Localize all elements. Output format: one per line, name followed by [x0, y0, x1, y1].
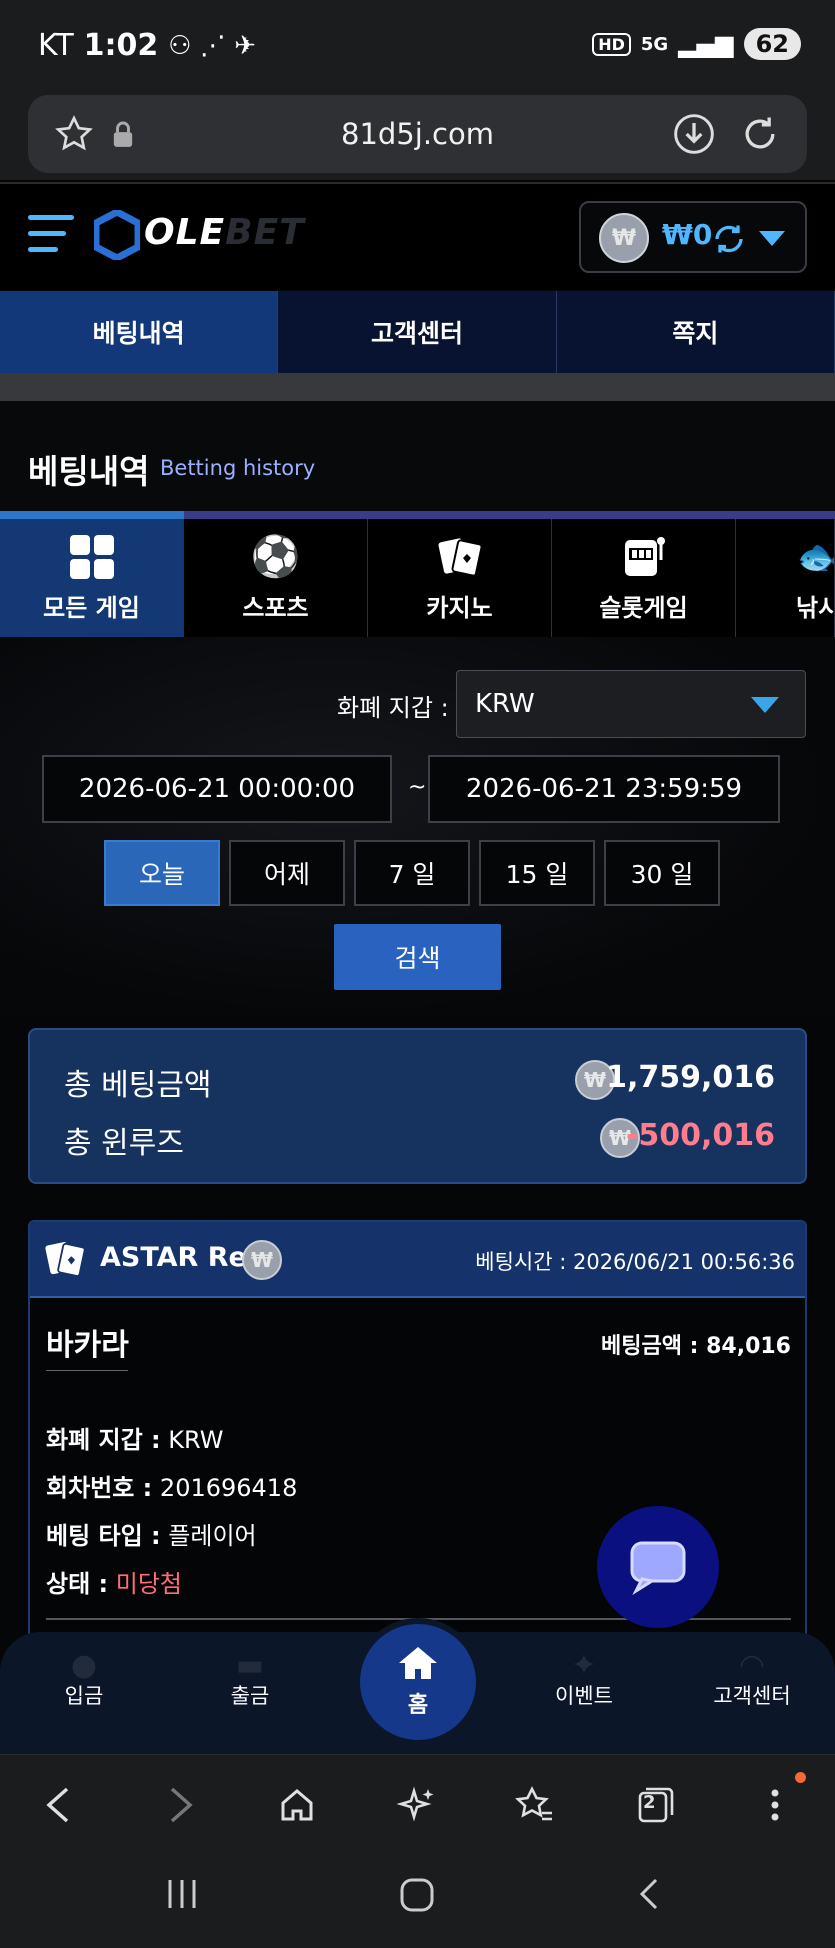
nav-support[interactable]: 고객센터 — [692, 1680, 812, 1710]
nav-withdraw[interactable]: 출금 — [190, 1680, 310, 1710]
category-label: 카지노 — [426, 593, 493, 622]
grid-icon — [69, 534, 115, 580]
divider-strip — [0, 373, 835, 401]
bet-amount: 베팅금액 : 84,016 — [601, 1334, 791, 1359]
won-coin-icon: ₩ — [242, 1240, 282, 1280]
detail-bet-type: 베팅 타입 : 플레이어 — [46, 1522, 257, 1550]
nav-event[interactable]: 이벤트 — [524, 1680, 644, 1710]
start-date-input[interactable]: 2026-06-21 00:00:00 — [42, 755, 392, 823]
total-winloss-value: -500,016 — [625, 1118, 775, 1153]
category-fishing[interactable]: 🐟 낚시 — [736, 519, 835, 637]
sparkle-icon[interactable] — [391, 1780, 441, 1830]
headset-icon: ◠ — [738, 1648, 766, 1683]
slot-machine-icon — [621, 534, 667, 580]
category-slots[interactable]: 슬롯게임 — [552, 519, 736, 637]
category-label: 낚시 — [796, 593, 834, 622]
notification-icons: ⚇ ⋰ ✈ — [168, 30, 256, 61]
category-casino[interactable]: 카지노 — [368, 519, 552, 637]
bookmarks-icon[interactable] — [510, 1780, 560, 1830]
currency-wallet-label: 화폐 지갑 : — [337, 694, 449, 722]
range-15days-button[interactable]: 15 일 — [479, 840, 595, 906]
total-bet-value: 1,759,016 — [606, 1060, 775, 1095]
nav-home[interactable]: 홈 — [354, 1618, 482, 1746]
playing-cards-icon — [45, 1242, 86, 1277]
bet-time: 베팅시간 : 2026/06/21 00:56:36 — [475, 1250, 795, 1274]
tab-messages[interactable]: 쪽지 — [557, 291, 835, 373]
page-subtitle: Betting history — [160, 456, 316, 480]
range-30days-button[interactable]: 30 일 — [604, 840, 720, 906]
recent-apps-icon[interactable] — [164, 1876, 200, 1921]
withdraw-icon: ▬ — [235, 1648, 265, 1683]
game-categories: 모든 게임 ⚽ 스포츠 카지노 슬롯게임 🐟 낚시 — [0, 519, 835, 637]
tabs-count: 2 — [643, 1792, 656, 1813]
home-icon[interactable] — [272, 1780, 322, 1830]
home-icon — [399, 1647, 437, 1679]
quick-range-buttons: 오늘 어제 7 일 15 일 30 일 — [104, 840, 720, 906]
range-yesterday-button[interactable]: 어제 — [229, 840, 345, 906]
total-winloss-label: 총 윈루즈 — [64, 1126, 184, 1161]
fishing-icon: 🐟 — [796, 534, 834, 580]
game-name: 바카라 — [46, 1328, 129, 1363]
heading-underline — [0, 511, 835, 519]
bet-card-header: ASTAR Real ₩ 베팅시간 : 2026/06/21 00:56:36 — [30, 1222, 805, 1298]
system-back-icon[interactable] — [634, 1876, 664, 1921]
category-all-games[interactable]: 모든 게임 — [0, 519, 184, 637]
page-title: 베팅내역 — [28, 452, 150, 491]
site-logo[interactable]: OLEBET — [144, 212, 305, 253]
wallet-coin-icon: ₩ — [599, 213, 649, 263]
logo-hexagon-icon — [94, 210, 140, 260]
live-chat-button[interactable] — [597, 1506, 719, 1628]
end-date-input[interactable]: 2026-06-21 23:59:59 — [428, 755, 780, 823]
signal-icon: ▂▄▆ — [678, 30, 734, 58]
bet-summary: 총 베팅금액 ₩ 1,759,016 총 윈루즈 ₩ -500,016 — [28, 1028, 807, 1184]
network-label: 5G — [640, 33, 669, 55]
status-right: HD 5G ▂▄▆ 62 — [592, 28, 801, 60]
deposit-icon: ● — [70, 1648, 98, 1683]
category-sports[interactable]: ⚽ 스포츠 — [184, 519, 368, 637]
download-icon[interactable] — [672, 112, 716, 156]
forward-arrow-icon[interactable] — [156, 1780, 206, 1830]
more-menu-icon[interactable] — [750, 1780, 800, 1830]
battery-badge: 62 — [743, 28, 801, 60]
wallet-balance: ₩0 — [662, 218, 713, 251]
total-bet-label: 총 베팅금액 — [64, 1068, 212, 1103]
back-arrow-icon[interactable] — [33, 1780, 83, 1830]
range-7days-button[interactable]: 7 일 — [354, 840, 470, 906]
range-today-button[interactable]: 오늘 — [104, 840, 220, 906]
playing-cards-icon — [437, 534, 483, 580]
chevron-down-icon — [751, 697, 779, 713]
hd-badge: HD — [592, 32, 631, 56]
detail-round-number: 회차번호 : 201696418 — [46, 1474, 298, 1502]
home-circle-icon[interactable] — [398, 1876, 436, 1923]
search-button[interactable]: 검색 — [334, 924, 501, 990]
hamburger-menu-icon[interactable] — [28, 213, 74, 253]
refresh-icon[interactable] — [711, 221, 747, 257]
game-name-underline — [46, 1370, 128, 1371]
top-tabs: 베팅내역 고객센터 쪽지 — [0, 291, 835, 373]
nav-deposit[interactable]: 입금 — [24, 1680, 144, 1710]
tabs-icon[interactable]: 2 — [631, 1780, 681, 1830]
status-time: 1:02 — [83, 28, 159, 63]
chat-bubble-icon — [630, 1541, 686, 1595]
reload-icon[interactable] — [738, 112, 782, 156]
event-icon: ✦ — [571, 1648, 597, 1683]
carrier-label: KT — [38, 28, 74, 63]
detail-status: 상태 : 미당첨 — [46, 1570, 183, 1598]
status-left: KT 1:02 ⚇ ⋰ ✈ — [38, 28, 256, 63]
category-label: 모든 게임 — [43, 593, 140, 622]
chevron-down-icon[interactable] — [759, 231, 785, 246]
date-separator: ~ — [408, 775, 427, 800]
category-label: 스포츠 — [242, 593, 309, 622]
currency-value: KRW — [475, 689, 535, 719]
tab-customer-center[interactable]: 고객센터 — [278, 291, 557, 373]
currency-select[interactable]: KRW — [456, 670, 806, 738]
notification-dot — [795, 1772, 806, 1783]
category-label: 슬롯게임 — [599, 593, 688, 622]
detail-currency: 화폐 지갑 : KRW — [46, 1426, 224, 1454]
address-bar[interactable]: 81d5j.com — [28, 95, 807, 173]
status-badge: 미당첨 — [115, 1570, 183, 1598]
tab-betting-history[interactable]: 베팅내역 — [0, 291, 279, 373]
soccer-ball-icon: ⚽ — [250, 534, 301, 580]
